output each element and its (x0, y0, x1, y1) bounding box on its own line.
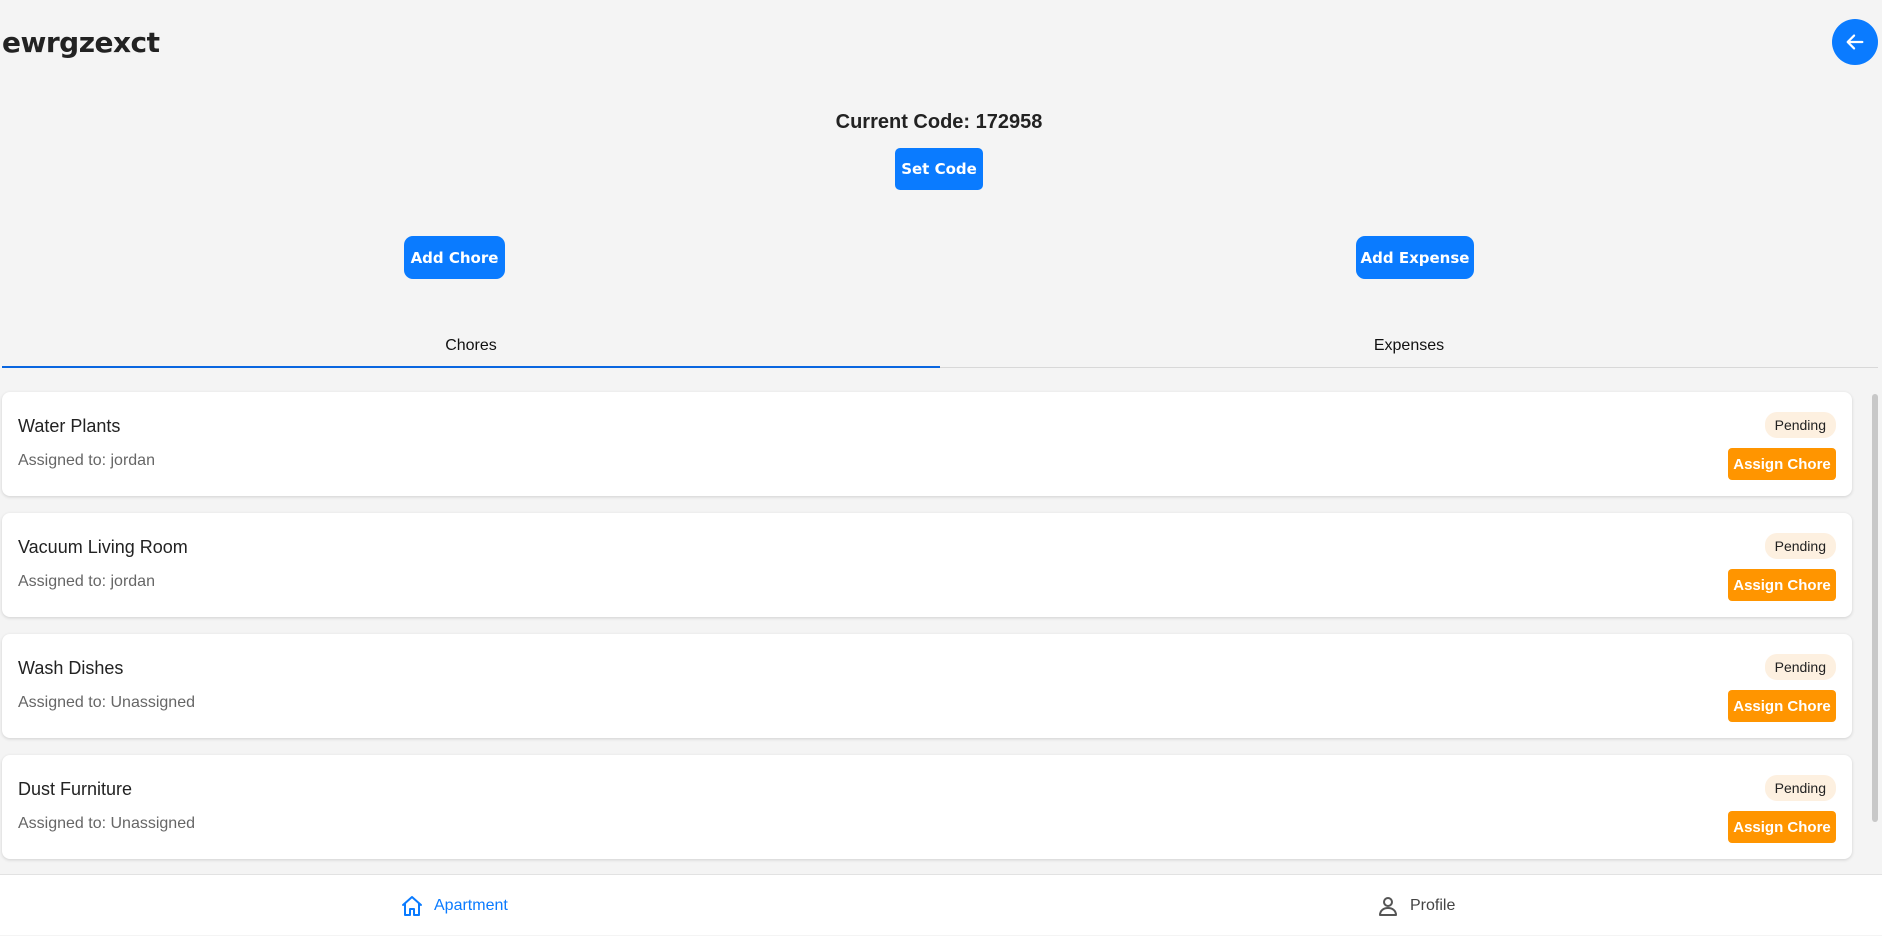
chore-list: Water Plants Assigned to: jordan Pending… (0, 388, 1860, 872)
add-chore-button[interactable]: Add Chore (404, 236, 505, 279)
header: ewrgzexct (0, 0, 1882, 84)
tab-expenses[interactable]: Expenses (940, 332, 1878, 368)
chore-card: Dust Furniture Assigned to: Unassigned P… (2, 755, 1852, 859)
status-badge: Pending (1764, 533, 1836, 559)
bottom-nav: Apartment Profile (0, 874, 1882, 935)
assign-chore-button[interactable]: Assign Chore (1728, 448, 1836, 480)
tab-chores[interactable]: Chores (2, 332, 940, 368)
page-title: ewrgzexct (2, 26, 160, 59)
chore-title: Vacuum Living Room (18, 537, 188, 557)
back-button[interactable] (1832, 19, 1878, 65)
assign-chore-button[interactable]: Assign Chore (1728, 569, 1836, 601)
chore-assignee: Assigned to: jordan (18, 452, 155, 469)
chore-card: Water Plants Assigned to: jordan Pending… (2, 392, 1852, 496)
chore-assignee: Assigned to: Unassigned (18, 694, 195, 711)
status-badge: Pending (1764, 412, 1836, 438)
add-expense-button[interactable]: Add Expense (1356, 236, 1474, 279)
nav-label-profile: Profile (1410, 896, 1456, 914)
assign-chore-button[interactable]: Assign Chore (1728, 690, 1836, 722)
nav-item-apartment[interactable]: Apartment (400, 875, 508, 936)
set-code-button[interactable]: Set Code (895, 148, 983, 190)
user-icon (1379, 896, 1397, 916)
nav-item-profile[interactable]: Profile (1376, 875, 1455, 936)
tab-bar: Chores Expenses (2, 332, 1878, 368)
chore-title: Water Plants (18, 416, 121, 436)
nav-label-apartment: Apartment (434, 896, 508, 914)
list-scrollbar[interactable] (1870, 376, 1880, 872)
assign-chore-button[interactable]: Assign Chore (1728, 811, 1836, 843)
status-badge: Pending (1764, 775, 1836, 801)
chore-card: Wash Dishes Assigned to: Unassigned Pend… (2, 634, 1852, 738)
status-badge: Pending (1764, 654, 1836, 680)
chore-card: Vacuum Living Room Assigned to: jordan P… (2, 513, 1852, 617)
current-code-label: Current Code: 172958 (835, 111, 1043, 133)
arrow-left-icon (1846, 34, 1864, 50)
chore-assignee: Assigned to: Unassigned (18, 815, 195, 832)
chore-title: Dust Furniture (18, 779, 133, 799)
home-icon (402, 895, 422, 916)
chore-title: Wash Dishes (18, 658, 124, 678)
scrollbar-thumb[interactable] (1872, 394, 1878, 822)
chore-assignee: Assigned to: jordan (18, 573, 155, 590)
